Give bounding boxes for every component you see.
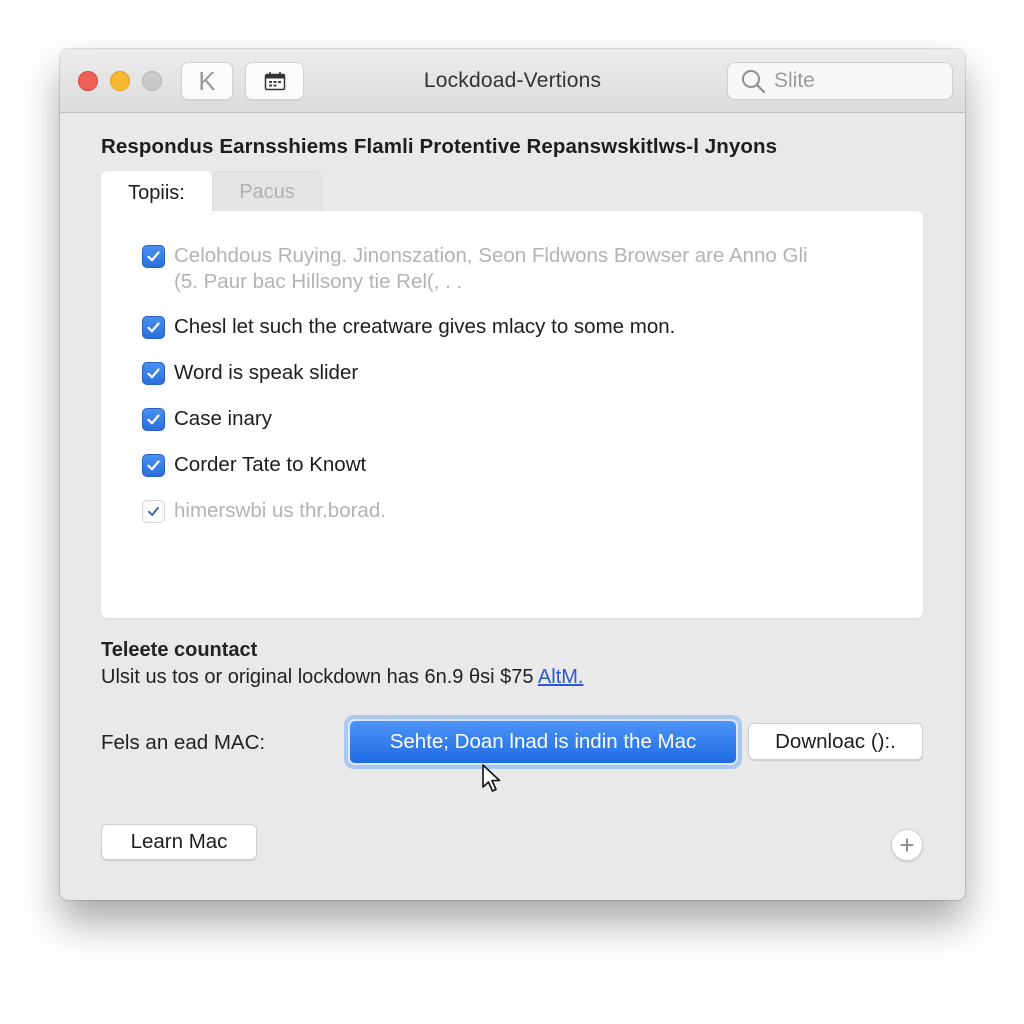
download-button[interactable]: Downloac ():.	[748, 723, 923, 760]
contact-text: Ulsit us tos or original lockdown has 6n…	[101, 666, 583, 689]
back-icon: K	[198, 66, 216, 96]
option-item[interactable]: Case inary	[142, 406, 272, 432]
checkbox[interactable]	[142, 245, 165, 268]
tab-topics[interactable]: Topiis:	[101, 171, 212, 215]
checkbox[interactable]	[142, 316, 165, 339]
checkmark-icon	[148, 506, 159, 516]
contact-link[interactable]: AltM.	[538, 666, 584, 688]
primary-download-label: Sehte; Doan lnad is indin the Mac	[348, 719, 738, 765]
primary-download-button[interactable]: Sehte; Doan lnad is indin the Mac	[344, 715, 742, 769]
option-label: himerswbi us thr.borad.	[174, 499, 386, 522]
option-label: Chesl let such the creatware gives mlacy…	[174, 315, 676, 338]
title-bar: K Lockdoad-Vertions	[60, 49, 965, 113]
back-button[interactable]: K	[181, 62, 233, 100]
search-input[interactable]	[774, 69, 944, 93]
calendar-icon	[264, 72, 285, 91]
checkmark-icon	[147, 414, 160, 425]
window-title: Lockdoad-Vertions	[423, 69, 602, 92]
option-item[interactable]: Word is speak slider	[142, 360, 358, 386]
checkbox[interactable]	[142, 362, 165, 385]
option-label-continued: (5. Paur bac Hillsony tie Rel(, . .	[174, 270, 463, 293]
app-window: K Lockdoad-Vertions Respondus	[60, 49, 965, 900]
option-label: Case inary	[174, 407, 272, 430]
minimize-window-button[interactable]	[110, 71, 130, 91]
search-icon	[742, 70, 766, 94]
learn-mac-button[interactable]: Learn Mac	[101, 824, 257, 860]
contact-description: Ulsit us tos or original lockdown has 6n…	[101, 666, 534, 688]
checkmark-icon	[147, 251, 160, 262]
option-item[interactable]: himerswbi us thr.borad.	[142, 498, 386, 524]
mouse-cursor-icon	[482, 764, 501, 792]
checkbox[interactable]	[142, 408, 165, 431]
checkmark-icon	[147, 368, 160, 379]
calendar-button[interactable]	[245, 62, 304, 100]
mac-label: Fels an ead MAC:	[101, 731, 266, 754]
zoom-window-button[interactable]	[142, 71, 162, 91]
plus-icon: +	[899, 830, 915, 860]
tab-pacus[interactable]: Pacus	[212, 171, 322, 212]
checkmark-icon	[147, 322, 160, 333]
checkmark-icon	[147, 460, 160, 471]
search-field[interactable]	[727, 62, 953, 100]
checkbox[interactable]	[142, 454, 165, 477]
contact-title: Teleete countact	[101, 639, 258, 661]
option-item[interactable]: Celohdous Ruying. Jinonszation, Seon Fld…	[142, 243, 808, 295]
add-button[interactable]: +	[891, 829, 923, 861]
option-label: Word is speak slider	[174, 361, 359, 384]
option-item[interactable]: Corder Tate to Knowt	[142, 452, 366, 478]
checkbox[interactable]	[142, 500, 165, 523]
option-item[interactable]: Chesl let such the creatware gives mlacy…	[142, 314, 675, 340]
page-heading: Respondus Earnsshiems Flamli Protentive …	[101, 135, 778, 158]
option-label: Celohdous Ruying. Jinonszation, Seon Fld…	[174, 244, 808, 267]
close-window-button[interactable]	[78, 71, 98, 91]
option-label: Corder Tate to Knowt	[174, 453, 367, 476]
options-panel: Celohdous Ruying. Jinonszation, Seon Fld…	[101, 211, 923, 618]
